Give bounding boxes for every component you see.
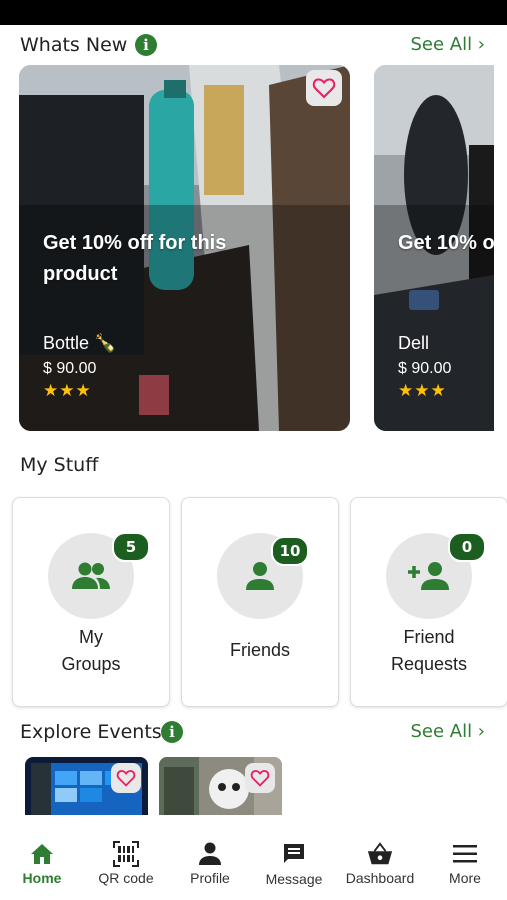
- product-price: $ 90.00: [398, 360, 452, 377]
- label-line: My: [79, 627, 103, 647]
- label-line: Requests: [390, 654, 468, 674]
- person-icon: [197, 841, 223, 867]
- basket-icon: [367, 841, 393, 867]
- see-all-link[interactable]: See All ›: [410, 34, 485, 55]
- card-label: My Groups: [13, 624, 169, 678]
- count-badge: 10: [271, 536, 309, 566]
- promo-text: Get 10% off for this product: [43, 232, 227, 285]
- my-stuff-header: My Stuff: [0, 452, 507, 482]
- info-icon[interactable]: i: [135, 34, 157, 56]
- product-name: Bottle 🍾: [43, 333, 117, 353]
- product-card[interactable]: Get 10% off for this product Dell $ 90.0…: [374, 65, 494, 431]
- count-badge: 0: [448, 532, 486, 562]
- group-icon: [72, 562, 110, 589]
- status-bar: [0, 0, 507, 25]
- person-icon: [246, 562, 274, 590]
- count-badge: 5: [112, 532, 150, 562]
- menu-icon: [452, 841, 478, 867]
- heart-icon: [250, 770, 270, 787]
- bottom-navigation: Home QR code Profile Message Dashboard M…: [0, 815, 507, 900]
- nav-label: Home: [22, 870, 62, 886]
- favorite-button[interactable]: [245, 763, 275, 793]
- section-title: Whats New: [20, 34, 128, 56]
- nav-qr-code[interactable]: QR code: [84, 815, 168, 900]
- nav-more[interactable]: More: [423, 815, 507, 900]
- nav-home[interactable]: Home: [0, 815, 84, 900]
- my-groups-card[interactable]: 5 My Groups: [12, 497, 170, 707]
- promo-text: Get 10% off for this product: [398, 232, 494, 254]
- label-line: Groups: [61, 654, 121, 674]
- heart-icon: [116, 770, 136, 787]
- nav-label: Dashboard: [345, 870, 415, 886]
- rating-stars: ★★★: [43, 381, 92, 401]
- product-name: Dell: [398, 333, 430, 353]
- section-title: My Stuff: [20, 454, 99, 476]
- event-card[interactable]: [159, 757, 282, 817]
- nav-label: Message: [265, 871, 323, 887]
- event-card[interactable]: [25, 757, 148, 817]
- label-line: Friend: [403, 627, 455, 647]
- add-person-icon: [408, 562, 449, 590]
- message-icon: [281, 841, 307, 867]
- nav-message[interactable]: Message: [252, 815, 336, 900]
- nav-label: QR code: [98, 870, 154, 886]
- nav-label: Profile: [190, 870, 230, 886]
- rating-stars: ★★★: [398, 381, 447, 401]
- nav-label: More: [449, 870, 481, 886]
- see-all-link[interactable]: See All ›: [410, 721, 485, 742]
- see-all-label: See All: [410, 34, 473, 55]
- home-icon: [29, 841, 55, 867]
- favorite-button[interactable]: [111, 763, 141, 793]
- card-label: Friend Requests: [351, 624, 507, 678]
- product-card[interactable]: Get 10% off for this product Bottle 🍾 $ …: [19, 65, 350, 431]
- favorite-button[interactable]: [306, 70, 342, 106]
- friend-requests-card[interactable]: 0 Friend Requests: [350, 497, 507, 707]
- heart-icon: [312, 78, 336, 99]
- nav-profile[interactable]: Profile: [168, 815, 252, 900]
- card-label: Friends: [229, 640, 291, 660]
- see-all-label: See All: [410, 721, 473, 742]
- info-icon[interactable]: i: [161, 721, 183, 743]
- section-title: Explore Events: [20, 721, 162, 743]
- product-price: $ 90.00: [43, 360, 97, 377]
- explore-events-header: Explore Events i See All ›: [0, 719, 507, 749]
- whats-new-header: Whats New i See All ›: [0, 32, 507, 62]
- nav-dashboard[interactable]: Dashboard: [338, 815, 422, 900]
- friends-card[interactable]: 10 Friends: [181, 497, 339, 707]
- qr-code-icon: [113, 841, 139, 867]
